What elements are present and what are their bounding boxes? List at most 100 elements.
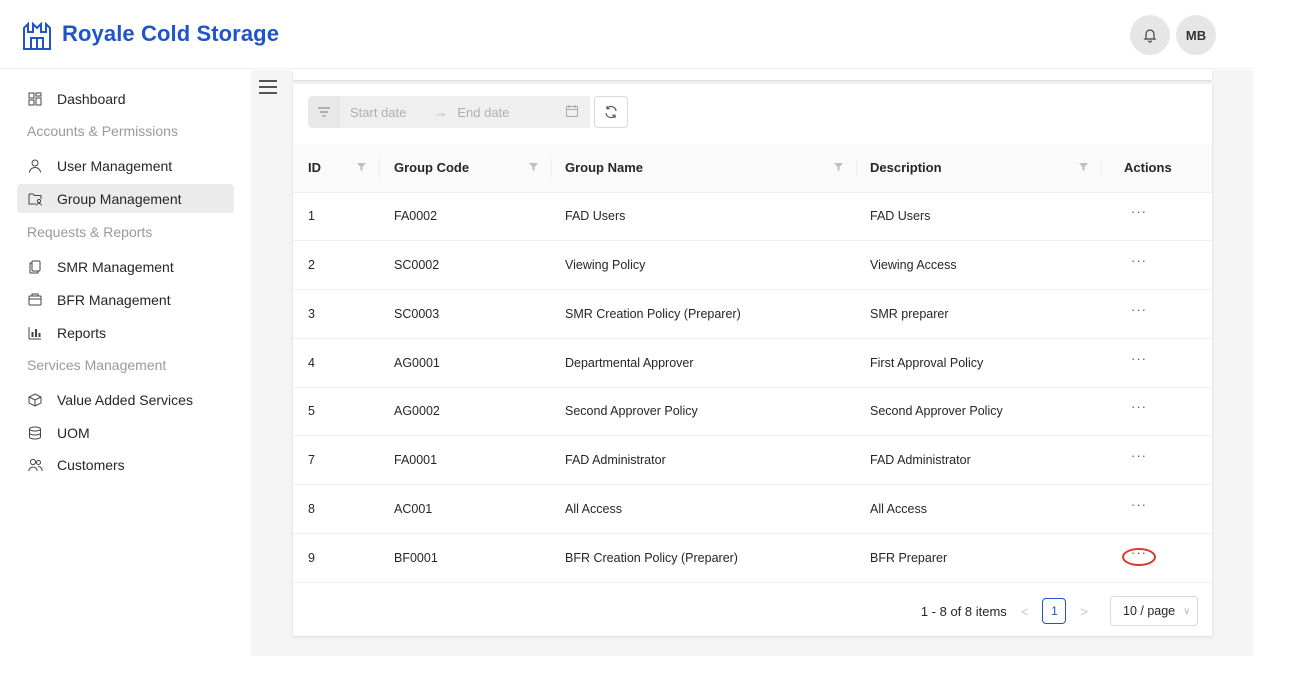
arrow-right-icon: → (434, 104, 448, 120)
cell-actions: ··· (1102, 338, 1212, 388)
sidebar-item-uom[interactable]: UOM (17, 418, 234, 447)
more-actions-icon-highlighted[interactable]: ··· (1122, 546, 1156, 566)
table-row: 8 AC001 All Access All Access ··· (293, 484, 1212, 534)
page-number-button[interactable]: 1 (1042, 598, 1067, 624)
cell-id: 8 (293, 484, 380, 534)
sidebar-item-label: User Management (57, 157, 173, 174)
end-date-input[interactable]: End date (457, 105, 509, 120)
sidebar-group-services: Services Management (27, 357, 167, 373)
folder-user-icon (27, 191, 43, 207)
cell-group-name: BFR Creation Policy (Preparer) (552, 533, 857, 583)
cell-group-code: AG0001 (380, 338, 552, 388)
table-row: 3 SC0003 SMR Creation Policy (Preparer) … (293, 289, 1212, 339)
sidebar-item-smr-management[interactable]: SMR Management (17, 252, 234, 281)
cell-description: BFR Preparer (857, 533, 1102, 583)
refresh-icon (605, 105, 617, 119)
cell-id: 3 (293, 289, 380, 339)
sidebar-item-dashboard[interactable]: Dashboard (17, 84, 234, 113)
sidebar-item-group-management[interactable]: Group Management (17, 184, 234, 213)
cell-actions: ··· (1102, 533, 1212, 583)
cell-id: 1 (293, 192, 380, 242)
refresh-button[interactable] (594, 96, 628, 128)
cell-actions: ··· (1102, 240, 1212, 290)
sidebar-item-bfr-management[interactable]: BFR Management (17, 285, 234, 314)
cell-description: FAD Administrator (857, 435, 1102, 485)
column-header-group-name[interactable]: Group Name (552, 144, 857, 193)
database-icon (27, 425, 43, 441)
start-date-input[interactable]: Start date (350, 105, 406, 120)
sidebar-item-label: UOM (57, 424, 90, 441)
more-actions-icon[interactable]: ··· (1124, 254, 1154, 267)
chevron-down-icon: ∨ (1183, 605, 1191, 617)
page-size-select[interactable]: 10 / page ∨ (1110, 596, 1198, 626)
cell-actions: ··· (1102, 289, 1212, 339)
filter-button[interactable] (308, 96, 340, 128)
table-row: 7 FA0001 FAD Administrator FAD Administr… (293, 435, 1212, 485)
sidebar-item-value-added-services[interactable]: Value Added Services (17, 385, 234, 414)
brand-name: Royale Cold Storage (62, 21, 280, 46)
sidebar-group-requests: Requests & Reports (27, 224, 153, 240)
cell-description: FAD Users (857, 192, 1102, 242)
prev-page-icon[interactable]: < (1021, 604, 1029, 619)
column-header-id[interactable]: ID (293, 144, 380, 193)
more-actions-icon[interactable]: ··· (1124, 400, 1154, 413)
container-icon (27, 292, 43, 308)
next-page-icon[interactable]: > (1080, 604, 1088, 619)
table-row: 1 FA0002 FAD Users FAD Users ··· (293, 192, 1212, 242)
column-header-group-code[interactable]: Group Code (380, 144, 552, 193)
sidebar-group-accounts: Accounts & Permissions (27, 123, 178, 139)
notifications-button[interactable] (1130, 15, 1170, 55)
cell-description: Second Approver Policy (857, 387, 1102, 437)
sidebar-item-user-management[interactable]: User Management (17, 151, 234, 180)
filter-icon[interactable] (357, 163, 366, 171)
pagination: 1 - 8 of 8 items < 1 > 10 / page ∨ (921, 596, 1198, 626)
groups-table: ID Group Code Group Name Description Act… (293, 144, 1212, 583)
filter-bar: Start date → End date (308, 96, 628, 128)
more-actions-icon[interactable]: ··· (1124, 303, 1154, 316)
filter-icon[interactable] (529, 163, 538, 171)
date-range-picker[interactable]: Start date → End date (340, 96, 590, 128)
sidebar-item-reports[interactable]: Reports (17, 318, 234, 347)
cell-group-name: All Access (552, 484, 857, 534)
filter-icon[interactable] (834, 163, 843, 171)
page-size-value: 10 / page (1123, 604, 1176, 618)
pagination-summary: 1 - 8 of 8 items (920, 603, 1007, 619)
cell-group-name: FAD Users (552, 192, 857, 242)
logo-icon (23, 22, 51, 50)
cell-group-name: SMR Creation Policy (Preparer) (552, 289, 857, 339)
cell-actions: ··· (1102, 484, 1212, 534)
filter-lines-icon (318, 107, 330, 117)
table-row: 4 AG0001 Departmental Approver First App… (293, 338, 1212, 388)
cell-actions: ··· (1102, 192, 1212, 242)
user-avatar[interactable]: MB (1176, 15, 1216, 55)
cell-group-name: Departmental Approver (552, 338, 857, 388)
cell-description: Viewing Access (857, 240, 1102, 290)
sidebar-item-label: SMR Management (57, 258, 174, 275)
cell-description: First Approval Policy (857, 338, 1102, 388)
cell-id: 5 (293, 387, 380, 437)
sidebar-item-label: Customers (57, 456, 125, 473)
cell-id: 2 (293, 240, 380, 290)
cell-group-code: SC0003 (380, 289, 552, 339)
more-actions-icon[interactable]: ··· (1124, 205, 1154, 218)
sidebar-item-label: Value Added Services (57, 391, 193, 408)
sidebar: Dashboard Accounts & Permissions User Ma… (0, 70, 250, 660)
user-icon (27, 158, 43, 174)
cell-id: 4 (293, 338, 380, 388)
cell-group-code: FA0002 (380, 192, 552, 242)
filter-icon[interactable] (1079, 163, 1088, 171)
cell-id: 9 (293, 533, 380, 583)
sidebar-item-customers[interactable]: Customers (17, 450, 234, 479)
menu-toggle-icon[interactable] (259, 80, 277, 94)
column-header-description[interactable]: Description (857, 144, 1102, 193)
cell-group-code: FA0001 (380, 435, 552, 485)
groups-card: Start date → End date ID Group Code Grou… (293, 84, 1212, 636)
more-actions-icon[interactable]: ··· (1124, 352, 1154, 365)
more-actions-icon[interactable]: ··· (1124, 498, 1154, 511)
cell-group-name: FAD Administrator (552, 435, 857, 485)
cell-description: SMR preparer (857, 289, 1102, 339)
table-row: 9 BF0001 BFR Creation Policy (Preparer) … (293, 533, 1212, 583)
cell-description: All Access (857, 484, 1102, 534)
more-actions-icon[interactable]: ··· (1124, 449, 1154, 462)
cell-group-code: AC001 (380, 484, 552, 534)
